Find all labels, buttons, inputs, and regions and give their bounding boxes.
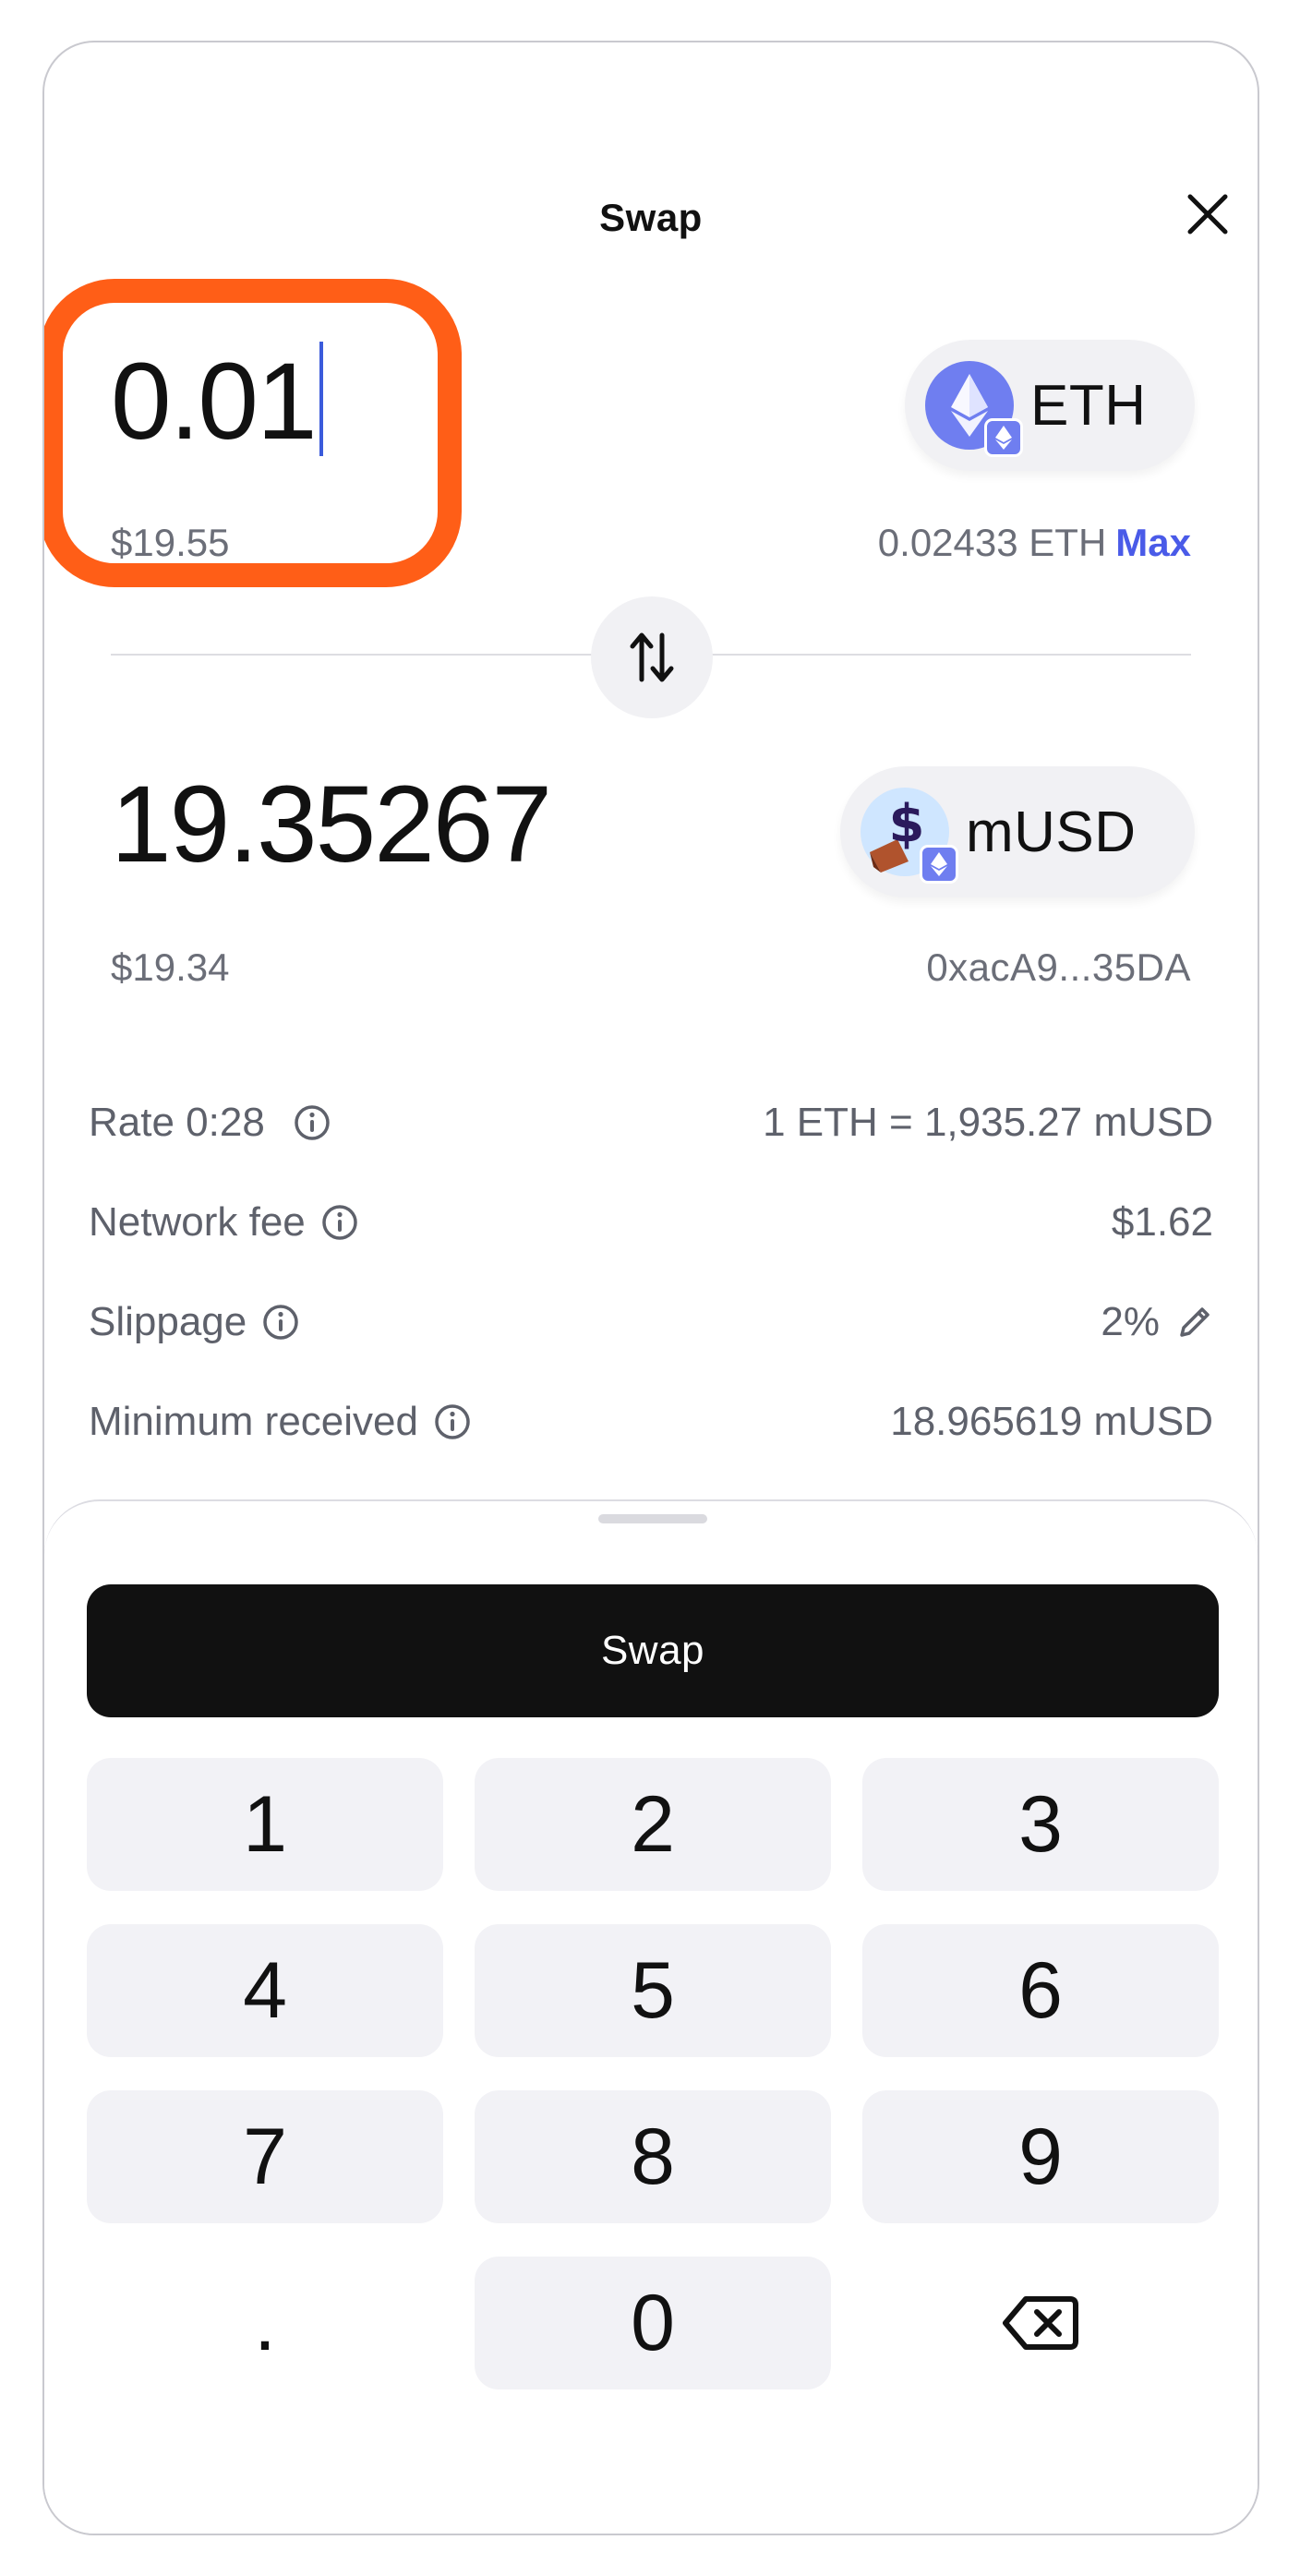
keypad-key-5[interactable]: 5 (475, 1924, 831, 2057)
from-balance: 0.02433 ETH Max (878, 521, 1191, 565)
from-token-selector[interactable]: ETH (905, 340, 1195, 471)
network-fee-label: Network fee (89, 1199, 306, 1245)
info-icon[interactable] (293, 1103, 331, 1142)
keypad-backspace-button[interactable] (862, 2257, 1219, 2389)
minimum-received-row: Minimum received 18.965619 mUSD (89, 1394, 1213, 1450)
sheet-grabber[interactable] (598, 1514, 707, 1523)
keypad-key-1[interactable]: 1 (87, 1758, 443, 1891)
slippage-row: Slippage 2% (89, 1294, 1213, 1350)
rate-label: Rate 0:28 (89, 1100, 265, 1145)
recipient-address: 0xacA9...35DA (926, 945, 1191, 989)
keypad-key-7[interactable]: 7 (87, 2090, 443, 2223)
info-icon[interactable] (320, 1203, 359, 1242)
balance-text: 0.02433 ETH (877, 521, 1107, 564)
network-fee-value: $1.62 (1111, 1199, 1213, 1245)
keypad-key-9[interactable]: 9 (862, 2090, 1219, 2223)
to-token-symbol: mUSD (966, 800, 1137, 864)
chain-badge-icon (920, 845, 958, 884)
swap-dialog: Swap 0.01 $19.55 ETH 0.02433 ETH Max 19.… (42, 41, 1259, 2535)
close-icon (1187, 194, 1228, 235)
to-fiat-value: $19.34 (111, 945, 230, 989)
chain-badge-icon (984, 418, 1023, 457)
musd-token-icon: $ (861, 788, 958, 884)
backspace-icon (1003, 2296, 1078, 2350)
network-fee-row: Network fee $1.62 (89, 1195, 1213, 1250)
from-fiat-value: $19.55 (111, 521, 230, 564)
close-button[interactable] (1173, 179, 1243, 249)
keypad-key-2[interactable]: 2 (475, 1758, 831, 1891)
svg-text:$: $ (889, 794, 925, 854)
to-token-selector[interactable]: $ mUSD (840, 766, 1195, 897)
info-icon[interactable] (433, 1402, 472, 1441)
info-icon[interactable] (261, 1303, 300, 1342)
keypad-key-8[interactable]: 8 (475, 2090, 831, 2223)
keypad-key-6[interactable]: 6 (862, 1924, 1219, 2057)
from-token-symbol: ETH (1030, 373, 1147, 438)
slippage-label: Slippage (89, 1299, 247, 1344)
rate-value: 1 ETH = 1,935.27 mUSD (763, 1100, 1213, 1145)
keypad-key-0[interactable]: 0 (475, 2257, 831, 2389)
minimum-received-value: 18.965619 mUSD (890, 1399, 1213, 1444)
keypad-key-decimal[interactable]: . (87, 2257, 443, 2389)
keypad-key-4[interactable]: 4 (87, 1924, 443, 2057)
pencil-icon[interactable] (1176, 1304, 1213, 1341)
arrows-up-down-icon (630, 632, 674, 682)
page-title: Swap (599, 196, 703, 239)
minimum-received-label: Minimum received (89, 1399, 418, 1444)
slippage-value: 2% (1101, 1299, 1160, 1344)
swap-button[interactable]: Swap (87, 1584, 1219, 1717)
bottom-sheet: Swap 1 2 3 4 5 6 7 8 9 . 0 (44, 1499, 1258, 2534)
ethereum-icon (925, 361, 1023, 457)
to-amount: 19.35267 (111, 764, 552, 885)
amount-highlight-annotation (44, 279, 462, 587)
keypad-key-3[interactable]: 3 (862, 1758, 1219, 1891)
rate-row: Rate 0:28 1 ETH = 1,935.27 mUSD (89, 1095, 1213, 1150)
max-button[interactable]: Max (1115, 521, 1191, 564)
swap-direction-button[interactable] (591, 596, 713, 718)
